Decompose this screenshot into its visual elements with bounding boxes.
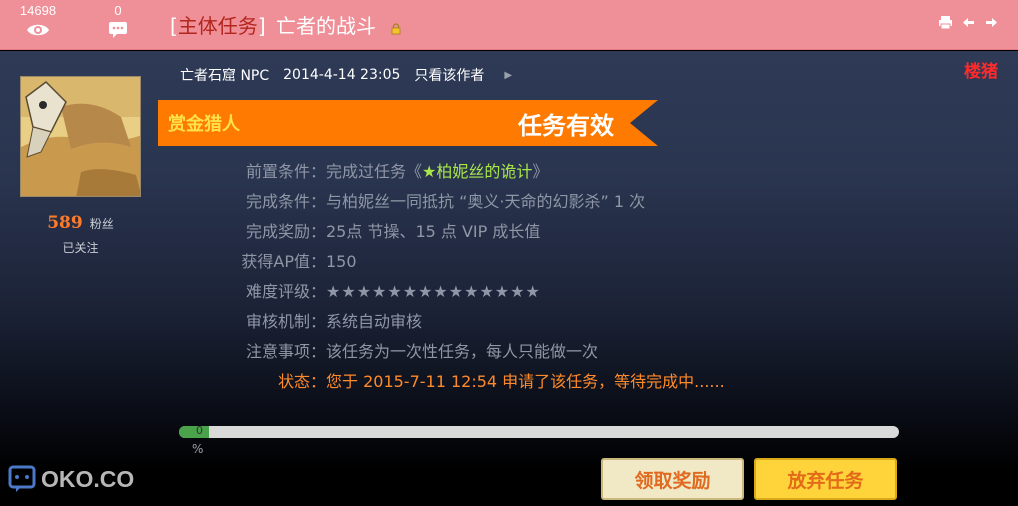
header-bar: 14698 0 [主体任务] 亡者的战斗 xyxy=(0,0,1018,50)
floor-label: 楼猪 xyxy=(964,62,998,82)
difficulty-stars: ★★★★★★★★★★★★★★ xyxy=(326,282,541,301)
post-datetime: 2014-4-14 23:05 xyxy=(283,67,401,83)
prev-icon[interactable] xyxy=(960,14,977,31)
detail-row-reward: 完成奖励： 25点 节操、15 点 VIP 成长值 xyxy=(245,222,541,241)
bounty-banner: 赏金猎人 任务有效 xyxy=(158,100,658,146)
detail-row-prerequisite: 前置条件： 完成过任务《★柏妮丝的诡计》 xyxy=(245,162,549,181)
task-valid-label: 任务有效 xyxy=(518,112,614,140)
progress-value: 0 xyxy=(196,424,203,437)
progress-bar: 0 xyxy=(179,424,899,438)
post-meta: 亡者石窟 NPC 2014-4-14 23:05 只看该作者 ▶ xyxy=(180,65,512,85)
comments-count: 0 xyxy=(114,3,122,18)
abandon-task-button[interactable]: 放弃任务 xyxy=(754,458,897,500)
fans-stat: 589 粉丝 xyxy=(20,213,141,233)
eye-icon xyxy=(18,20,58,40)
only-author-link[interactable]: 只看该作者 xyxy=(414,65,484,85)
tag-open: [ xyxy=(170,14,178,38)
claim-reward-button[interactable]: 领取奖励 xyxy=(601,458,744,500)
logo-text: OKO.CO xyxy=(41,465,135,492)
bounty-hunter-label: 赏金猎人 xyxy=(168,114,240,135)
detail-row-review: 审核机制： 系统自动审核 xyxy=(245,312,423,331)
tag-close: ] xyxy=(257,14,266,38)
logo-icon xyxy=(8,465,36,492)
page-title: [主体任务] 亡者的战斗 xyxy=(170,13,402,41)
author-name[interactable]: 亡者石窟 NPC xyxy=(180,65,269,85)
task-details: 前置条件： 完成过任务《★柏妮丝的诡计》 完成条件： 与柏妮丝一同抵抗 “奥义·… xyxy=(200,157,725,397)
comment-icon xyxy=(98,20,138,40)
detail-row-difficulty: 难度评级： ★★★★★★★★★★★★★★ xyxy=(200,277,725,307)
detail-row-status: 状态： 您于 2015-7-11 12:54 申请了该任务，等待完成中.....… xyxy=(277,372,725,391)
post-body: 589 粉丝 已关注 亡者石窟 NPC 2014-4-14 23:05 只看该作… xyxy=(0,51,1018,506)
progress-percent-sign: % xyxy=(192,442,204,456)
task-title: 亡者的战斗 xyxy=(275,14,376,38)
chevron-right-icon: ▶ xyxy=(504,69,513,81)
site-logo: OKO.CO xyxy=(8,464,134,494)
detail-row-ap: 获得AP值： 150 xyxy=(241,252,357,271)
followed-status[interactable]: 已关注 xyxy=(20,239,141,256)
views-stat: 14698 xyxy=(18,4,58,40)
avatar[interactable] xyxy=(20,76,141,197)
views-count: 14698 xyxy=(19,3,57,18)
print-icon[interactable] xyxy=(937,14,954,31)
lock-icon xyxy=(390,15,402,41)
detail-row-condition: 完成条件： 与柏妮丝一同抵抗 “奥义·天命的幻影杀” 1 次 xyxy=(245,192,646,211)
detail-row-notes: 注意事项： 该任务为一次性任务，每人只能做一次 xyxy=(245,342,599,361)
progress-fill xyxy=(179,426,209,438)
prerequisite-task-link[interactable]: ★柏妮丝的诡计 xyxy=(422,162,532,181)
fans-label: 粉丝 xyxy=(89,217,114,231)
fans-count: 589 xyxy=(47,213,83,233)
task-type-tag: 主体任务 xyxy=(177,14,258,38)
next-icon[interactable] xyxy=(983,14,1000,31)
comments-stat: 0 xyxy=(98,4,138,40)
post-actions xyxy=(937,14,1000,31)
